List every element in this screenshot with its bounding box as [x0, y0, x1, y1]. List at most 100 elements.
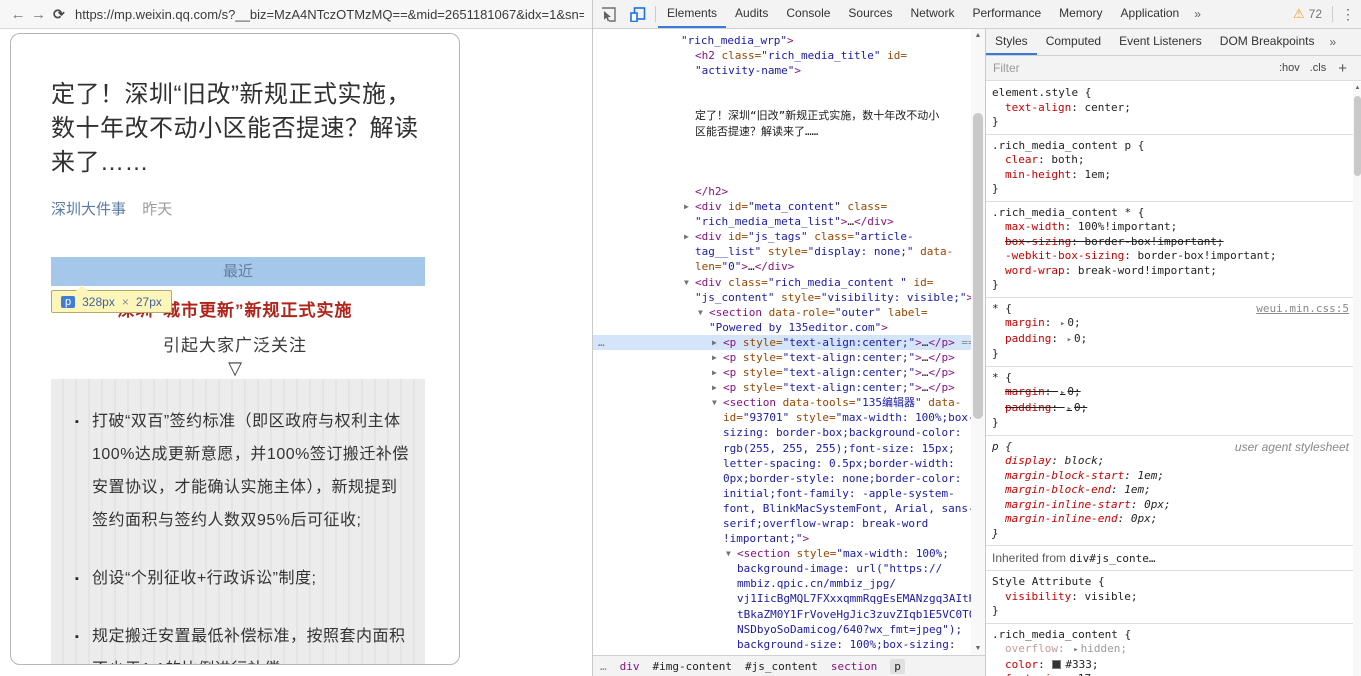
dom-tree-node[interactable] — [593, 139, 971, 154]
dom-tree-node[interactable]: initial;font-family: -apple-system- — [593, 486, 971, 501]
css-property[interactable]: max-width: 100%!important; — [992, 220, 1348, 235]
toggle-class-button[interactable]: .cls — [1310, 62, 1327, 74]
collapsed-arrow-icon[interactable]: ▶ — [712, 350, 723, 365]
forward-icon[interactable]: → — [28, 6, 48, 23]
warnings-badge[interactable]: ⚠ 72 — [1285, 0, 1330, 28]
scroll-up-icon[interactable]: ▲ — [1353, 85, 1361, 91]
css-selector[interactable]: .rich_media_content * — [992, 206, 1131, 219]
dom-tree-node[interactable]: ▶ <div id="meta_content" class= — [593, 199, 971, 214]
color-swatch[interactable] — [1052, 659, 1062, 669]
dom-tree-node[interactable]: background-image: url("https:// — [593, 561, 971, 576]
dom-tree-node[interactable]: <h2 class="rich_media_title" id= — [593, 48, 971, 63]
toggle-hover-button[interactable]: :hov — [1279, 62, 1300, 74]
css-selector[interactable]: p — [992, 440, 999, 453]
expand-arrow-icon[interactable]: ▸ — [1067, 404, 1072, 414]
dom-tree-node[interactable]: serif;overflow-wrap: break-word — [593, 516, 971, 531]
dom-tree-node[interactable] — [593, 93, 971, 108]
css-selector[interactable]: * — [992, 371, 999, 384]
dom-tree-node[interactable]: ▶ <p style="text-align:center;">…</p> — [593, 380, 971, 395]
css-property[interactable]: text-align: center; — [992, 101, 1348, 116]
css-selector[interactable]: * — [992, 302, 999, 315]
css-property[interactable]: color: #333; — [992, 658, 1348, 673]
dom-tree-node[interactable]: letter-spacing: 0.5px;border-width: — [593, 456, 971, 471]
devtools-menu-icon[interactable]: ⋮ — [1335, 0, 1361, 28]
breadcrumb-item[interactable]: div — [620, 660, 640, 673]
css-selector[interactable]: element.style — [992, 86, 1078, 99]
dom-tree-node[interactable]: ▶ <p style="text-align:center;">…</p> — [593, 350, 971, 365]
expand-arrow-icon[interactable]: ▸ — [1060, 388, 1065, 398]
dom-tree-node[interactable]: "Powered by 135editor.com"> — [593, 320, 971, 335]
dom-tree-node[interactable]: 定了！深圳“旧改”新规正式实施，数十年改不动小 — [593, 108, 971, 123]
dom-tree-node[interactable]: sizing: border-box;background-color: — [593, 425, 971, 440]
breadcrumb-item[interactable]: #img-content — [653, 660, 732, 673]
tab-application[interactable]: Application — [1112, 0, 1189, 28]
new-style-rule-button[interactable]: + — [1338, 60, 1347, 77]
dom-tree-node[interactable] — [593, 154, 971, 169]
css-selector[interactable]: .rich_media_content — [992, 628, 1118, 641]
dom-tree-node[interactable]: ▼ <div class="rich_media_content " id= — [593, 275, 971, 290]
expanded-arrow-icon[interactable]: ▼ — [712, 395, 723, 410]
tab-dom-breakpoints[interactable]: DOM Breakpoints — [1211, 29, 1324, 55]
expanded-arrow-icon[interactable]: ▼ — [684, 275, 695, 290]
scroll-up-icon[interactable]: ▲ — [971, 32, 985, 39]
tab-styles[interactable]: Styles — [986, 29, 1037, 55]
collapsed-arrow-icon[interactable]: ▶ — [712, 335, 723, 350]
breadcrumb-item[interactable]: p — [890, 658, 905, 674]
dom-tree-node[interactable]: vj1IicBgMQL7FXxxqmmRqgEsEMANzgq3AItHW — [593, 591, 982, 606]
breadcrumb-item[interactable]: section — [831, 660, 877, 673]
dom-tree-node[interactable]: </h2> — [593, 184, 971, 199]
css-property[interactable]: clear: both; — [992, 153, 1348, 168]
dom-tree-node[interactable]: "rich_media_meta_list">…</div> — [593, 214, 971, 229]
dom-tree-node[interactable]: 0px;border-style: none;border-color: — [593, 471, 971, 486]
css-property[interactable]: padding: ▸ 0; — [992, 401, 1348, 417]
refresh-icon[interactable]: ⟳ — [49, 6, 69, 23]
url-bar[interactable]: https://mp.weixin.qq.com/s?__biz=MzA4NTc… — [75, 7, 584, 22]
dom-tree-node[interactable] — [593, 169, 971, 184]
css-property[interactable]: padding: ▸ 0; — [992, 332, 1348, 348]
stylesheet-link[interactable]: weui.min.css:5 — [1256, 302, 1349, 315]
tab-elements[interactable]: Elements — [658, 0, 727, 28]
gutter-ellipsis[interactable]: … — [598, 335, 605, 350]
expand-arrow-icon[interactable]: ▸ — [1067, 335, 1072, 345]
css-property[interactable]: display: block; — [992, 454, 1348, 469]
dom-tree-node[interactable]: !important;"> — [593, 531, 971, 546]
dom-tree-node[interactable]: "js_content" style="visibility: visible;… — [593, 290, 973, 305]
dom-tree-node[interactable]: ▼ <section style="max-width: 100%; — [593, 546, 971, 561]
dom-tree-node[interactable] — [593, 78, 971, 93]
tab-sources[interactable]: Sources — [839, 0, 901, 28]
collapsed-arrow-icon[interactable]: ▶ — [712, 380, 723, 395]
dom-tree-node[interactable]: tBkaZM0Y1FrVoveHgJic3zuvZIqb1E5VC0T07 — [593, 607, 982, 622]
css-selector[interactable]: .rich_media_content p — [992, 139, 1131, 152]
scroll-down-icon[interactable]: ▼ — [971, 645, 985, 652]
css-property[interactable]: word-wrap: break-word!important; — [992, 264, 1348, 279]
tab-memory[interactable]: Memory — [1050, 0, 1111, 28]
collapsed-arrow-icon[interactable]: ▶ — [684, 199, 695, 214]
filter-input[interactable]: Filter — [993, 61, 1269, 75]
back-icon[interactable]: ← — [8, 6, 28, 23]
dom-tree-node[interactable]: mmbiz.qpic.cn/mmbiz_jpg/ — [593, 576, 971, 591]
tab-network[interactable]: Network — [901, 0, 963, 28]
css-property[interactable]: visibility: visible; — [992, 590, 1348, 605]
device-toolbar-icon[interactable] — [623, 0, 653, 28]
css-property[interactable]: margin: ▸ 0; — [992, 316, 1348, 332]
css-property[interactable]: box-sizing: border-box!important; — [992, 235, 1348, 250]
css-property[interactable]: -webkit-box-sizing: border-box!important… — [992, 249, 1348, 264]
scrollbar-thumb[interactable] — [973, 113, 983, 419]
more-tabs-icon[interactable]: » — [1323, 29, 1342, 55]
breadcrumb-item[interactable]: … — [600, 660, 607, 673]
article-author-link[interactable]: 深圳大件事 — [51, 201, 126, 218]
expand-arrow-icon[interactable]: ▸ — [1060, 319, 1065, 329]
breadcrumb-item[interactable]: #js_content — [745, 660, 818, 673]
dom-tree-node[interactable]: "rich_media_wrp"> — [593, 33, 971, 48]
dom-tree-node[interactable]: id="93701" style="max-width: 100%;box- — [593, 410, 975, 425]
collapsed-arrow-icon[interactable]: ▶ — [684, 229, 695, 244]
tab-console[interactable]: Console — [777, 0, 839, 28]
inspect-element-icon[interactable] — [593, 0, 623, 28]
more-tabs-icon[interactable]: » — [1188, 0, 1207, 28]
expand-arrow-icon[interactable]: ▸ — [1073, 645, 1078, 655]
dom-tree-node[interactable]: "activity-name"> — [593, 63, 971, 78]
dom-tree-node[interactable]: ▼ <section data-role="outer" label= — [593, 305, 971, 320]
tab-event-listeners[interactable]: Event Listeners — [1110, 29, 1211, 55]
dom-tree-node[interactable]: font, BlinkMacSystemFont, Arial, sans- — [593, 501, 975, 516]
dom-tree-node[interactable]: len="0">…</div> — [593, 259, 971, 274]
